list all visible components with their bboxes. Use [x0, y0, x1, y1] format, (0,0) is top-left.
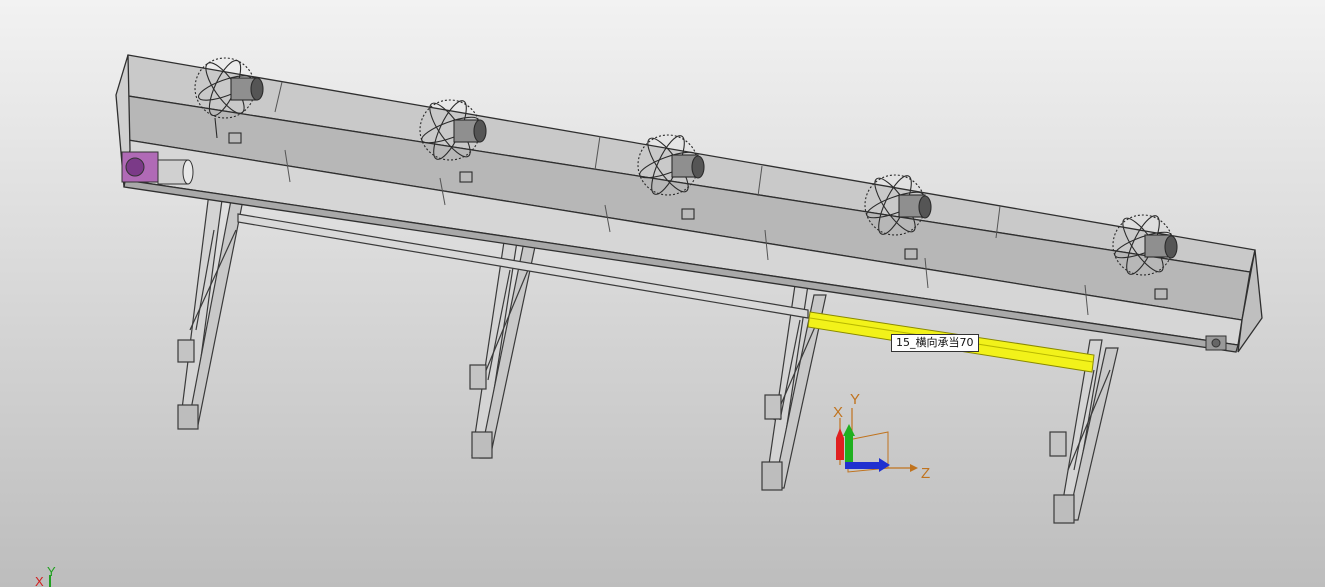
model-viewport[interactable]: X Y Z X Y [0, 0, 1325, 587]
mini-y-label: Y [47, 564, 56, 579]
conveyor-trough[interactable] [115, 54, 1263, 353]
triad-x-label: X [833, 404, 843, 421]
coordinate-triad: X Y Z [833, 391, 930, 482]
end-bearing[interactable] [1205, 335, 1227, 351]
triad-z-label: Z [921, 465, 930, 482]
mini-axis-indicator: X Y [35, 564, 56, 587]
triad-y-label: Y [850, 391, 860, 408]
selected-part-tooltip: 15_横向承当70 [891, 334, 979, 352]
mini-x-label: X [35, 574, 44, 587]
